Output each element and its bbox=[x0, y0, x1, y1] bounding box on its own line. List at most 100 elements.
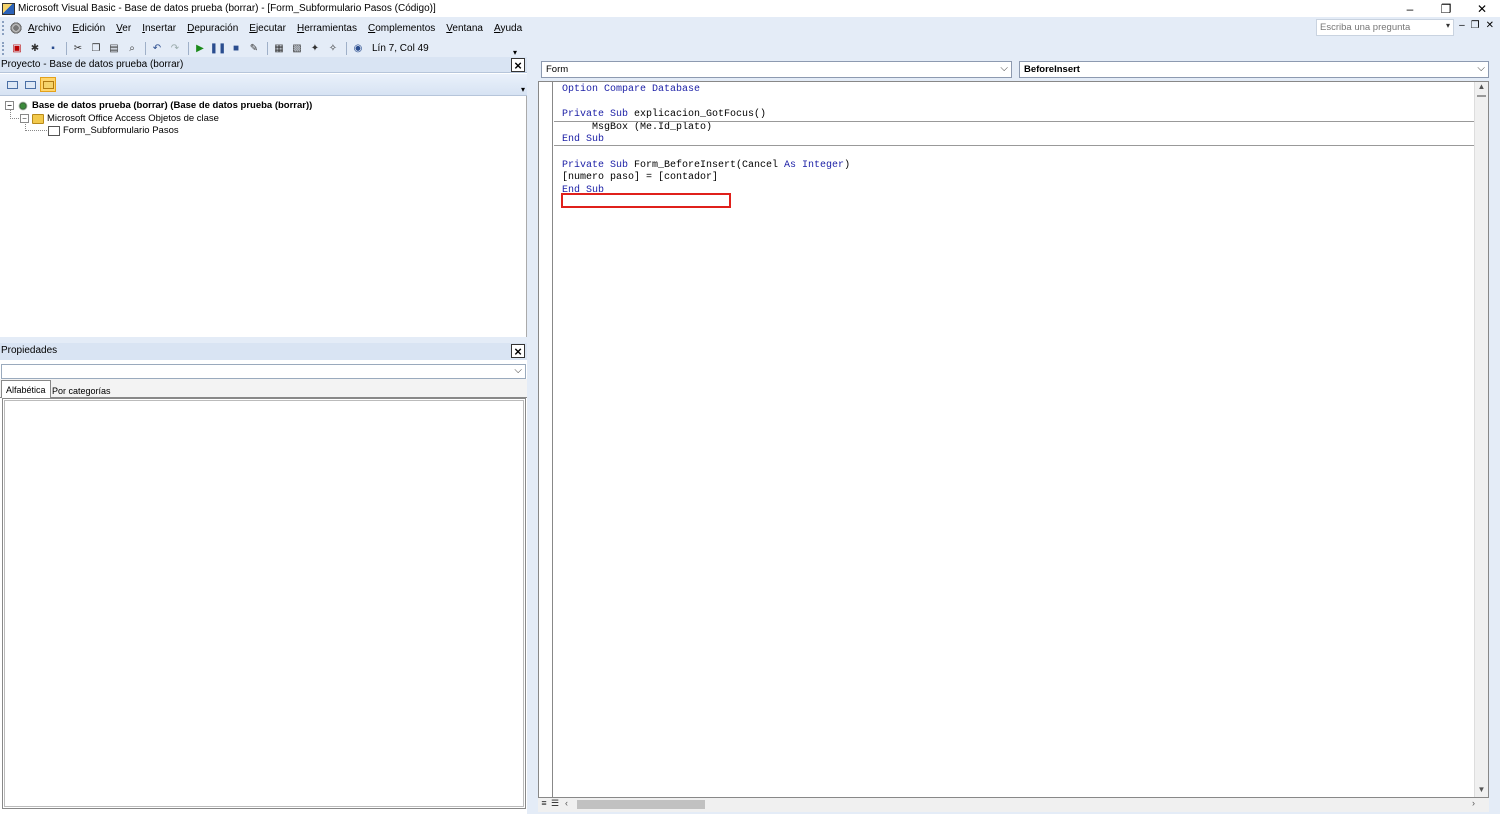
break-icon[interactable]: ❚❚ bbox=[210, 41, 227, 56]
object-select-value: Form bbox=[546, 64, 569, 75]
tree-node-form[interactable]: Form_Subformulario Pasos bbox=[48, 125, 179, 136]
window-controls: – ❐ ✕ bbox=[1392, 0, 1500, 17]
vertical-splitter[interactable] bbox=[527, 57, 535, 814]
redo-icon[interactable]: ↷ bbox=[167, 41, 183, 56]
properties-title: Propiedades bbox=[1, 345, 58, 356]
cut-icon[interactable]: ✂ bbox=[70, 41, 86, 56]
project-explorer-close-icon[interactable]: × bbox=[511, 58, 525, 72]
toolbar-separator bbox=[188, 41, 189, 55]
menu-ver[interactable]: Ver bbox=[116, 23, 131, 34]
properties-titlebar: Propiedades × bbox=[0, 343, 527, 360]
view-code-icon[interactable] bbox=[4, 77, 20, 92]
project-explorer-icon[interactable]: ▦ bbox=[271, 41, 287, 56]
tree-node-project-label: Base de datos prueba (borrar) (Base de d… bbox=[32, 100, 313, 111]
code-text[interactable]: Option Compare Database Private Sub expl… bbox=[562, 84, 850, 197]
code-window: Form ⌵ BeforeInsert ⌵ Option Compare Dat… bbox=[535, 57, 1500, 814]
properties-tabs: Alfabética Por categorías bbox=[0, 379, 527, 398]
project-explorer-toolbar: ▾ bbox=[0, 74, 527, 96]
properties-object-select[interactable]: ⌵ bbox=[1, 364, 526, 379]
tree-node-project[interactable]: − Base de datos prueba (borrar) (Base de… bbox=[5, 100, 312, 111]
menu-ayuda[interactable]: Ayuda bbox=[494, 23, 522, 34]
procedure-separator bbox=[554, 145, 1474, 146]
margin-indicator-bar[interactable] bbox=[539, 82, 553, 797]
object-select[interactable]: Form ⌵ bbox=[541, 61, 1012, 78]
chevron-down-icon[interactable]: ⌵ bbox=[514, 365, 522, 376]
full-module-view-icon[interactable]: ☰ bbox=[550, 798, 560, 811]
paste-icon[interactable]: ▤ bbox=[106, 41, 122, 56]
insert-module-icon[interactable]: ✱ bbox=[27, 41, 43, 56]
menu-depuracion[interactable]: Depuración bbox=[187, 23, 238, 34]
design-mode-icon[interactable]: ✎ bbox=[246, 41, 262, 56]
toolbox-icon[interactable]: ✧ bbox=[325, 41, 341, 56]
help-icon[interactable]: ◉ bbox=[350, 41, 366, 56]
properties-window-icon[interactable]: ▧ bbox=[289, 41, 305, 56]
menu-bar: Archivo Edición Ver Insertar Depuración … bbox=[0, 17, 1500, 39]
toggle-folders-icon[interactable] bbox=[40, 77, 56, 92]
menubar-grip[interactable] bbox=[2, 21, 6, 35]
menu-archivo[interactable]: Archivo bbox=[28, 23, 61, 34]
title-bar: Microsoft Visual Basic - Base de datos p… bbox=[0, 0, 1500, 17]
scroll-down-icon[interactable]: ▼ bbox=[1475, 785, 1488, 797]
chevron-down-icon[interactable]: ▾ bbox=[521, 85, 525, 94]
toolbar-separator bbox=[267, 41, 268, 55]
close-button[interactable]: ✕ bbox=[1464, 0, 1500, 17]
toolbar-separator bbox=[145, 41, 146, 55]
vba-project-icon[interactable] bbox=[9, 22, 23, 34]
scroll-thumb[interactable] bbox=[1477, 95, 1486, 97]
reset-icon[interactable]: ■ bbox=[228, 41, 244, 56]
minimize-button[interactable]: – bbox=[1392, 0, 1428, 17]
mdi-close-button[interactable]: ✕ bbox=[1486, 20, 1494, 31]
tree-node-folder[interactable]: − Microsoft Office Access Objetos de cla… bbox=[20, 113, 219, 124]
properties-close-icon[interactable]: × bbox=[511, 344, 525, 358]
find-icon[interactable]: ⌕ bbox=[124, 41, 140, 56]
save-icon[interactable]: ▪ bbox=[45, 41, 61, 56]
menu-ejecutar[interactable]: Ejecutar bbox=[249, 23, 286, 34]
menu-insertar[interactable]: Insertar bbox=[142, 23, 176, 34]
folder-icon bbox=[32, 113, 44, 124]
scroll-left-icon[interactable]: ‹ bbox=[565, 798, 568, 808]
chevron-down-icon[interactable]: ▾ bbox=[1446, 21, 1450, 30]
object-browser-icon[interactable]: ✦ bbox=[307, 41, 323, 56]
collapse-icon[interactable]: − bbox=[5, 101, 14, 110]
vba-app-icon bbox=[2, 2, 15, 15]
scroll-thumb[interactable] bbox=[577, 800, 705, 809]
run-icon[interactable]: ▶ bbox=[192, 41, 208, 56]
vertical-scrollbar[interactable]: ▲ ▼ bbox=[1474, 82, 1488, 797]
collapse-icon[interactable]: − bbox=[20, 114, 29, 123]
code-editor[interactable]: Option Compare Database Private Sub expl… bbox=[538, 81, 1489, 798]
ask-question-input[interactable]: Escriba una pregunta bbox=[1316, 19, 1454, 36]
tree-node-folder-label: Microsoft Office Access Objetos de clase bbox=[47, 113, 219, 124]
procedure-view-icon[interactable]: ≡ bbox=[539, 798, 549, 811]
project-tree: − Base de datos prueba (borrar) (Base de… bbox=[0, 96, 527, 337]
horizontal-scrollbar[interactable]: ≡ ☰ ‹ › bbox=[538, 798, 1489, 812]
standard-toolbar: ▣ ✱ ▪ ✂ ❐ ▤ ⌕ ↶ ↷ ▶ ❚❚ ■ ✎ ▦ ▧ ✦ ✧ ◉ Lín… bbox=[0, 39, 519, 57]
mdi-minimize-button[interactable]: – bbox=[1459, 20, 1465, 31]
tree-line bbox=[25, 130, 47, 131]
menu-ventana[interactable]: Ventana bbox=[446, 23, 483, 34]
view-object-icon[interactable] bbox=[22, 77, 38, 92]
tab-alfabetica[interactable]: Alfabética bbox=[1, 380, 51, 398]
chevron-down-icon[interactable]: ⌵ bbox=[1477, 63, 1485, 74]
copy-icon[interactable]: ❐ bbox=[88, 41, 104, 56]
restore-button[interactable]: ❐ bbox=[1428, 0, 1464, 17]
procedure-separator bbox=[554, 121, 1474, 122]
mdi-controls: – ❐ ✕ bbox=[1459, 20, 1494, 31]
project-explorer-title: Proyecto - Base de datos prueba (borrar) bbox=[1, 59, 184, 70]
toolbar-grip[interactable] bbox=[2, 41, 6, 55]
view-access-icon[interactable]: ▣ bbox=[9, 41, 25, 56]
properties-grid[interactable] bbox=[2, 398, 526, 809]
scroll-right-icon[interactable]: › bbox=[1472, 798, 1475, 808]
chevron-down-icon[interactable]: ⌵ bbox=[1000, 63, 1008, 74]
menu-herramientas[interactable]: Herramientas bbox=[297, 23, 357, 34]
project-explorer-titlebar: Proyecto - Base de datos prueba (borrar)… bbox=[0, 57, 527, 73]
cursor-position: Lín 7, Col 49 bbox=[372, 42, 429, 54]
toolbar-background bbox=[519, 39, 1500, 57]
toolbar-separator bbox=[66, 41, 67, 55]
scroll-up-icon[interactable]: ▲ bbox=[1475, 82, 1488, 94]
procedure-select[interactable]: BeforeInsert ⌵ bbox=[1019, 61, 1489, 78]
menu-edicion[interactable]: Edición bbox=[72, 23, 105, 34]
undo-icon[interactable]: ↶ bbox=[149, 41, 165, 56]
mdi-restore-button[interactable]: ❐ bbox=[1471, 20, 1480, 31]
menu-complementos[interactable]: Complementos bbox=[368, 23, 435, 34]
toolbar-options-icon[interactable]: ▾ bbox=[513, 48, 517, 57]
